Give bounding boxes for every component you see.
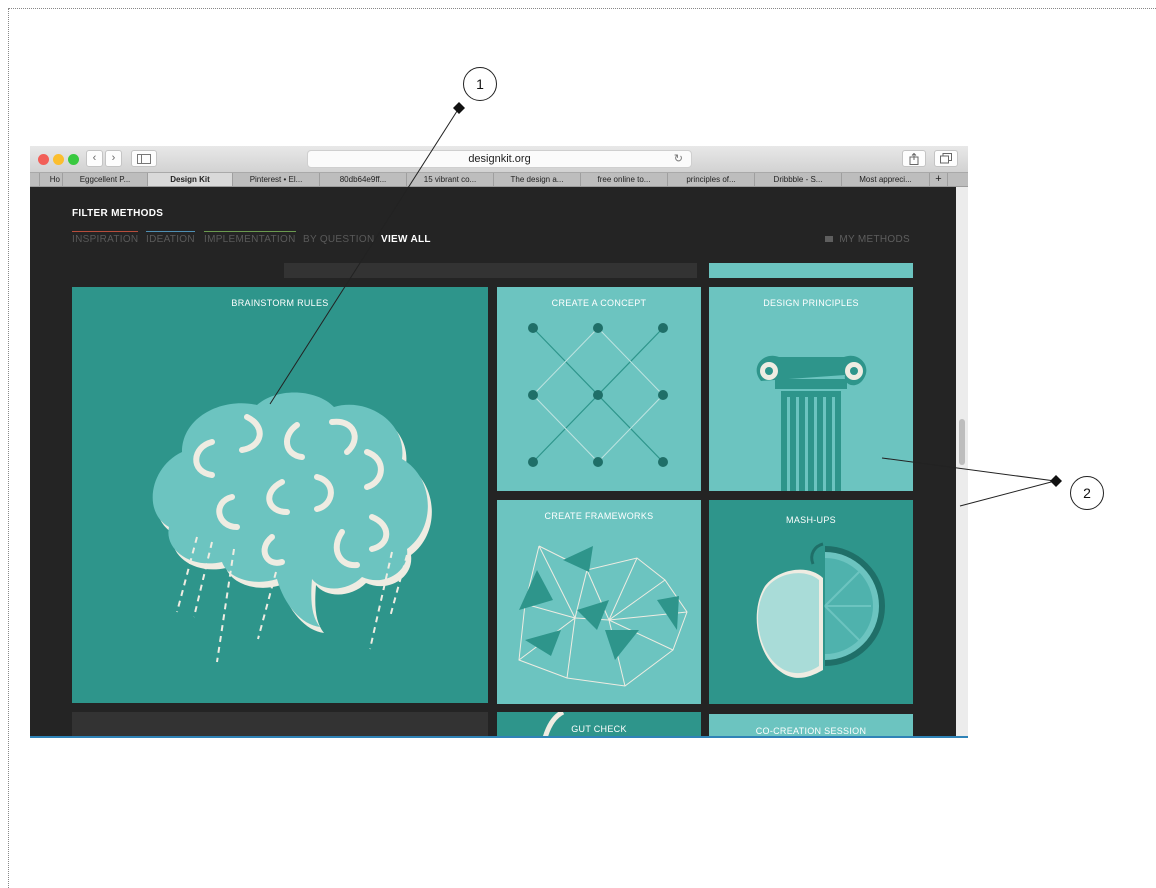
annotation-leader-lines (269, 102, 1062, 507)
callout-marker-1: 1 (463, 67, 497, 101)
callout-marker-2: 2 (1070, 476, 1104, 510)
